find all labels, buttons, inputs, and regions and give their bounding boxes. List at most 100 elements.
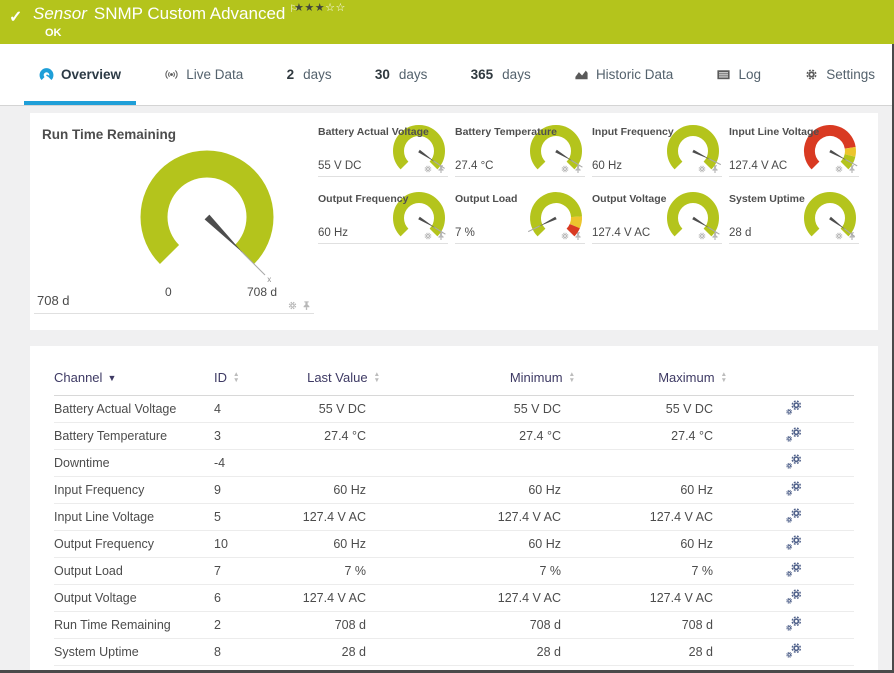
gauge-tile-input-line-voltage[interactable]: Input Line Voltage 127.4 V AC [729,123,859,177]
cell-last-value: 60 Hz [276,476,386,504]
cell-id: 10 [214,530,276,558]
channel-settings-icon[interactable] [785,615,803,633]
cell-last-value [276,449,386,477]
cell-minimum: 27.4 °C [386,422,581,450]
gauge-title: Output Load [455,193,518,205]
tab-365-days[interactable]: 365 days [456,44,546,105]
tab-log[interactable]: Log [701,44,776,105]
table-row: Input Line Voltage 5 127.4 V AC 127.4 V AC 1… [54,503,854,531]
cell-last-value: 28 d [276,638,386,666]
column-header-id[interactable]: ID ▲ ▼ [214,356,276,396]
cell-channel[interactable]: Battery Actual Voltage [54,395,214,423]
gauge [667,192,720,237]
column-header-maximum[interactable]: Maximum ▲ ▼ [581,356,733,396]
tab-label: Settings [826,67,875,82]
cell-channel[interactable]: Downtime [54,449,214,477]
tab-live-data[interactable]: Live Data [149,44,258,105]
gauge-tile-run-time-remaining[interactable]: Run Time Remaining x 0 708 d 708 d [34,119,314,314]
cell-maximum: 28 d [581,638,733,666]
cell-minimum: 60 Hz [386,530,581,558]
star-filled: ★★★ [294,2,326,14]
cell-channel[interactable]: Output Load [54,557,214,585]
cell-minimum: 55 V DC [386,395,581,423]
gauge-title: Output Voltage [592,193,667,205]
gauge-title: Output Frequency [318,193,409,205]
table-row: Output Voltage 6 127.4 V AC 127.4 V AC 127.4… [54,584,854,612]
cell-actions [733,638,854,666]
gauge-scale-max: 708 d [247,285,278,299]
sort-icon: ▲ ▼ [568,371,575,384]
cell-minimum: 127.4 V AC [386,503,581,531]
gauge-value: 7 % [455,227,475,239]
cell-actions [733,422,854,450]
priority-stars[interactable]: ★★★☆☆ [294,1,346,14]
gauge-value: 708 d [37,293,70,308]
gauge-tile-output-frequency[interactable]: Output Frequency 60 Hz [318,190,448,244]
cell-id: 6 [214,584,276,612]
cell-last-value: 127.4 V AC [276,503,386,531]
cell-last-value: 127.4 V AC [276,584,386,612]
cell-last-value: 60 Hz [276,530,386,558]
channel-settings-icon[interactable] [785,561,803,579]
channel-settings-icon[interactable] [785,642,803,660]
cell-actions [733,503,854,531]
tab-overview[interactable]: Overview [24,44,137,105]
status-badge: OK [45,27,62,39]
tab-2-days[interactable]: 2 days [272,44,347,105]
tab-number: 2 [286,67,295,82]
column-header-minimum[interactable]: Minimum ▲ ▼ [386,356,581,396]
table-row: Downtime -4 [54,449,854,477]
cell-id: 3 [214,422,276,450]
channel-settings-icon[interactable] [785,588,803,606]
column-label: Maximum [658,370,715,385]
channel-settings-icon[interactable] [785,399,803,417]
column-header-channel[interactable]: Channel ▼ [54,356,214,396]
channel-settings-icon[interactable] [785,534,803,552]
cell-minimum: 60 Hz [386,476,581,504]
sensor-type-label: Sensor [33,4,87,23]
tab-label: Log [738,67,761,82]
cell-actions [733,584,854,612]
tab-30-days[interactable]: 30 days [360,44,443,105]
pin-icon[interactable] [301,300,312,311]
cell-channel[interactable]: Battery Temperature [54,422,214,450]
cell-channel[interactable]: Output Frequency [54,530,214,558]
cell-id: 9 [214,476,276,504]
gauge-tile-system-uptime[interactable]: System Uptime 28 d [729,190,859,244]
cell-channel[interactable]: Input Frequency [54,476,214,504]
tab-settings[interactable]: Settings [789,44,890,105]
channel-settings-icon[interactable] [785,426,803,444]
table-row: Run Time Remaining 2 708 d 708 d 708 d [54,611,854,639]
gauge-value: 27.4 °C [455,160,494,172]
cell-minimum [386,449,581,477]
gauge-tile-battery-temperature[interactable]: Battery Temperature 27.4 °C [455,123,585,177]
cell-actions [733,611,854,639]
sensor-status-bar: ✓ Sensor SNMP Custom Advanced ⚐ ★★★☆☆ OK [0,0,894,44]
cell-maximum [581,449,733,477]
tab-historic-data[interactable]: Historic Data [559,44,688,105]
channel-settings-icon[interactable] [785,507,803,525]
column-header-last-value[interactable]: Last Value ▲ ▼ [276,356,386,396]
sort-icon: ▲ ▼ [373,371,380,384]
gauge-tile-output-voltage[interactable]: Output Voltage 127.4 V AC [592,190,722,244]
channel-settings-icon[interactable] [785,480,803,498]
cell-channel[interactable]: System Uptime [54,638,214,666]
channel-settings-icon[interactable] [785,453,803,471]
cell-channel[interactable]: Output Voltage [54,584,214,612]
gauge-tile-input-frequency[interactable]: Input Frequency 60 Hz [592,123,722,177]
column-label: Minimum [509,370,563,385]
tab-label: days [502,67,531,82]
gauge-tile-battery-actual-voltage[interactable]: Battery Actual Voltage 55 V DC [318,123,448,177]
cell-maximum: 60 Hz [581,530,733,558]
gauge-tile-output-load[interactable]: Output Load 7 % [455,190,585,244]
cell-channel[interactable]: Input Line Voltage [54,503,214,531]
cell-id: 4 [214,395,276,423]
cell-channel[interactable]: Run Time Remaining [54,611,214,639]
gauges-panel: Run Time Remaining x 0 708 d 708 d Batte… [30,113,878,330]
gear-icon[interactable] [287,300,298,311]
log-icon [717,70,731,80]
cell-maximum: 708 d [581,611,733,639]
cell-maximum: 127.4 V AC [581,584,733,612]
gauge-value: 60 Hz [318,227,349,239]
sort-icon: ▲ ▼ [720,371,727,384]
